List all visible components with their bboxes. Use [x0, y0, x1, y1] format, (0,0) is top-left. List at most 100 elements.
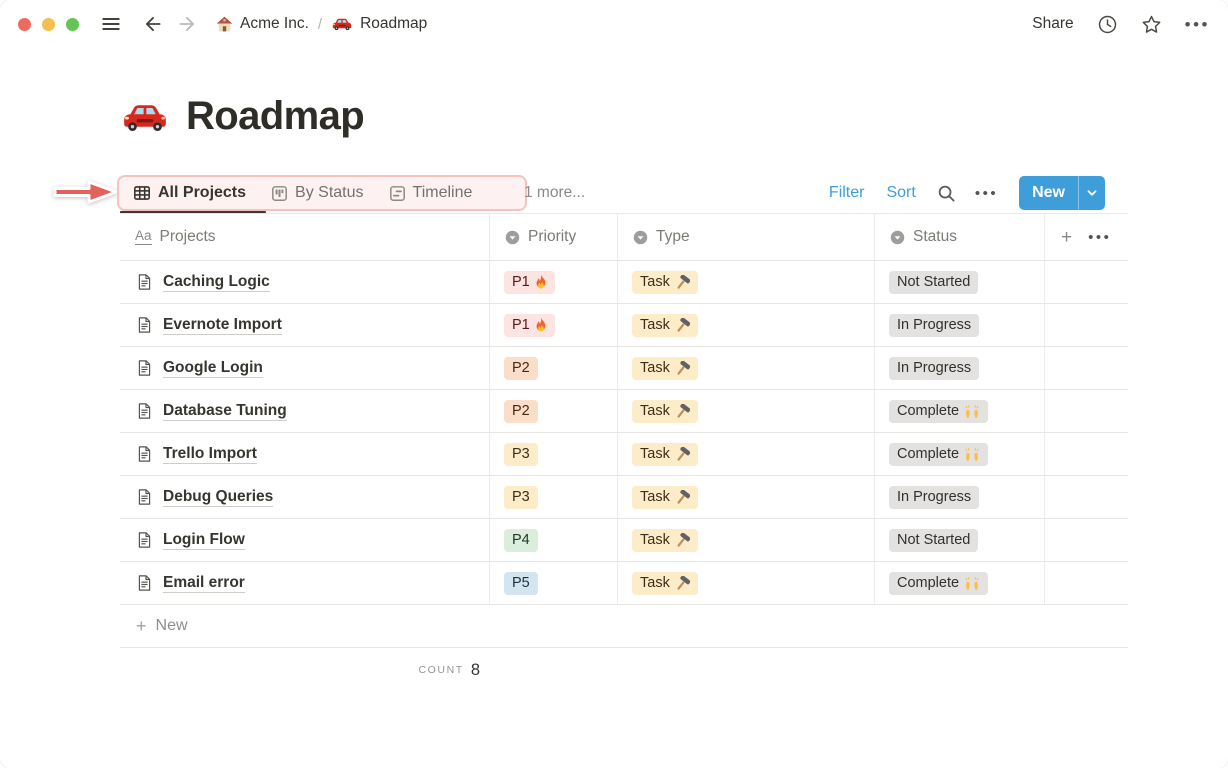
type-cell[interactable]: Task — [618, 476, 875, 518]
table-row[interactable]: Email error P5 Task Complete — [120, 562, 1128, 605]
view-options-icon[interactable]: ••• — [975, 186, 998, 201]
priority-cell[interactable]: P3 — [490, 433, 618, 475]
row-title-cell[interactable]: Database Tuning — [120, 390, 490, 432]
column-header-status[interactable]: Status — [875, 214, 1045, 260]
row-title[interactable]: Email error — [163, 573, 245, 593]
type-cell[interactable]: Task — [618, 390, 875, 432]
type-cell[interactable]: Task — [618, 347, 875, 389]
table-row[interactable]: Login Flow P4 Task Not Started — [120, 519, 1128, 562]
row-title-cell[interactable]: Login Flow — [120, 519, 490, 561]
column-header-priority[interactable]: Priority — [490, 214, 618, 260]
row-title-cell[interactable]: Debug Queries — [120, 476, 490, 518]
priority-badge[interactable]: P5 — [504, 572, 538, 595]
traffic-light-close[interactable] — [18, 18, 31, 31]
row-title[interactable]: Login Flow — [163, 530, 245, 550]
row-title-cell[interactable]: Evernote Import — [120, 304, 490, 346]
priority-badge[interactable]: P1 — [504, 314, 555, 337]
clock-icon[interactable] — [1097, 14, 1118, 35]
table-row[interactable]: Trello Import P3 Task Complete — [120, 433, 1128, 476]
type-cell[interactable]: Task — [618, 304, 875, 346]
filter-button[interactable]: Filter — [829, 184, 865, 202]
new-button-label[interactable]: New — [1019, 176, 1078, 210]
status-badge[interactable]: Complete — [889, 443, 988, 466]
row-title[interactable]: Trello Import — [163, 444, 257, 464]
status-badge[interactable]: Complete — [889, 572, 988, 595]
type-cell[interactable]: Task — [618, 261, 875, 303]
type-cell[interactable]: Task — [618, 562, 875, 604]
priority-cell[interactable]: P5 — [490, 562, 618, 604]
row-title[interactable]: Caching Logic — [163, 272, 270, 292]
traffic-light-zoom[interactable] — [66, 18, 79, 31]
priority-badge[interactable]: P4 — [504, 529, 538, 552]
row-title-cell[interactable]: Email error — [120, 562, 490, 604]
type-badge[interactable]: Task — [632, 357, 698, 380]
priority-badge[interactable]: P2 — [504, 400, 538, 423]
page-title[interactable]: Roadmap — [120, 94, 364, 139]
row-title[interactable]: Debug Queries — [163, 487, 273, 507]
search-icon[interactable] — [937, 184, 956, 203]
chevron-down-icon[interactable] — [1078, 176, 1105, 210]
table-row[interactable]: Google Login P2 Task In Progress — [120, 347, 1128, 390]
priority-badge[interactable]: P1 — [504, 271, 555, 294]
priority-cell[interactable]: P1 — [490, 261, 618, 303]
row-title[interactable]: Google Login — [163, 358, 263, 378]
status-badge[interactable]: In Progress — [889, 486, 979, 509]
status-cell[interactable]: Not Started — [875, 519, 1045, 561]
row-title-cell[interactable]: Caching Logic — [120, 261, 490, 303]
type-badge[interactable]: Task — [632, 443, 698, 466]
table-row[interactable]: Database Tuning P2 Task Complete — [120, 390, 1128, 433]
table-row[interactable]: Caching Logic P1 Task Not Started — [120, 261, 1128, 304]
column-header-projects[interactable]: Aa Projects — [120, 214, 490, 260]
status-badge[interactable]: In Progress — [889, 357, 979, 380]
type-badge[interactable]: Task — [632, 529, 698, 552]
more-views-button[interactable]: 1 more... — [524, 175, 585, 211]
type-cell[interactable]: Task — [618, 433, 875, 475]
row-title-cell[interactable]: Google Login — [120, 347, 490, 389]
sort-button[interactable]: Sort — [886, 184, 915, 202]
share-button[interactable]: Share — [1032, 15, 1073, 33]
more-options-icon[interactable]: ••• — [1185, 16, 1210, 33]
star-icon[interactable] — [1141, 14, 1162, 35]
traffic-light-minimize[interactable] — [42, 18, 55, 31]
forward-button[interactable] — [176, 13, 198, 35]
status-badge[interactable]: Not Started — [889, 271, 978, 294]
type-badge[interactable]: Task — [632, 271, 698, 294]
priority-cell[interactable]: P2 — [490, 390, 618, 432]
row-title[interactable]: Evernote Import — [163, 315, 282, 335]
new-row-button[interactable]: + New — [120, 605, 1128, 648]
new-button[interactable]: New — [1019, 176, 1105, 210]
breadcrumb-page[interactable]: Roadmap — [331, 15, 427, 33]
back-button[interactable] — [142, 13, 164, 35]
status-cell[interactable]: In Progress — [875, 304, 1045, 346]
priority-cell[interactable]: P1 — [490, 304, 618, 346]
tab-timeline[interactable]: Timeline — [389, 184, 473, 202]
add-column-button[interactable]: + — [1061, 228, 1072, 247]
type-badge[interactable]: Task — [632, 572, 698, 595]
column-header-type[interactable]: Type — [618, 214, 875, 260]
type-badge[interactable]: Task — [632, 314, 698, 337]
row-title-cell[interactable]: Trello Import — [120, 433, 490, 475]
sidebar-menu-icon[interactable] — [100, 13, 122, 35]
status-cell[interactable]: Complete — [875, 433, 1045, 475]
count-calculation[interactable]: COUNT 8 — [120, 661, 480, 680]
type-badge[interactable]: Task — [632, 486, 698, 509]
priority-badge[interactable]: P2 — [504, 357, 538, 380]
status-cell[interactable]: Complete — [875, 562, 1045, 604]
type-cell[interactable]: Task — [618, 519, 875, 561]
status-cell[interactable]: In Progress — [875, 347, 1045, 389]
table-row[interactable]: Debug Queries P3 Task In Progress — [120, 476, 1128, 519]
table-options-icon[interactable]: ••• — [1088, 230, 1111, 245]
priority-cell[interactable]: P3 — [490, 476, 618, 518]
priority-badge[interactable]: P3 — [504, 443, 538, 466]
status-cell[interactable]: Not Started — [875, 261, 1045, 303]
priority-cell[interactable]: P2 — [490, 347, 618, 389]
status-badge[interactable]: Complete — [889, 400, 988, 423]
row-title[interactable]: Database Tuning — [163, 401, 287, 421]
table-row[interactable]: Evernote Import P1 Task In Progress — [120, 304, 1128, 347]
tab-all-projects[interactable]: All Projects — [133, 184, 246, 202]
priority-cell[interactable]: P4 — [490, 519, 618, 561]
status-cell[interactable]: Complete — [875, 390, 1045, 432]
type-badge[interactable]: Task — [632, 400, 698, 423]
status-cell[interactable]: In Progress — [875, 476, 1045, 518]
breadcrumb-workspace[interactable]: Acme Inc. — [216, 15, 309, 33]
